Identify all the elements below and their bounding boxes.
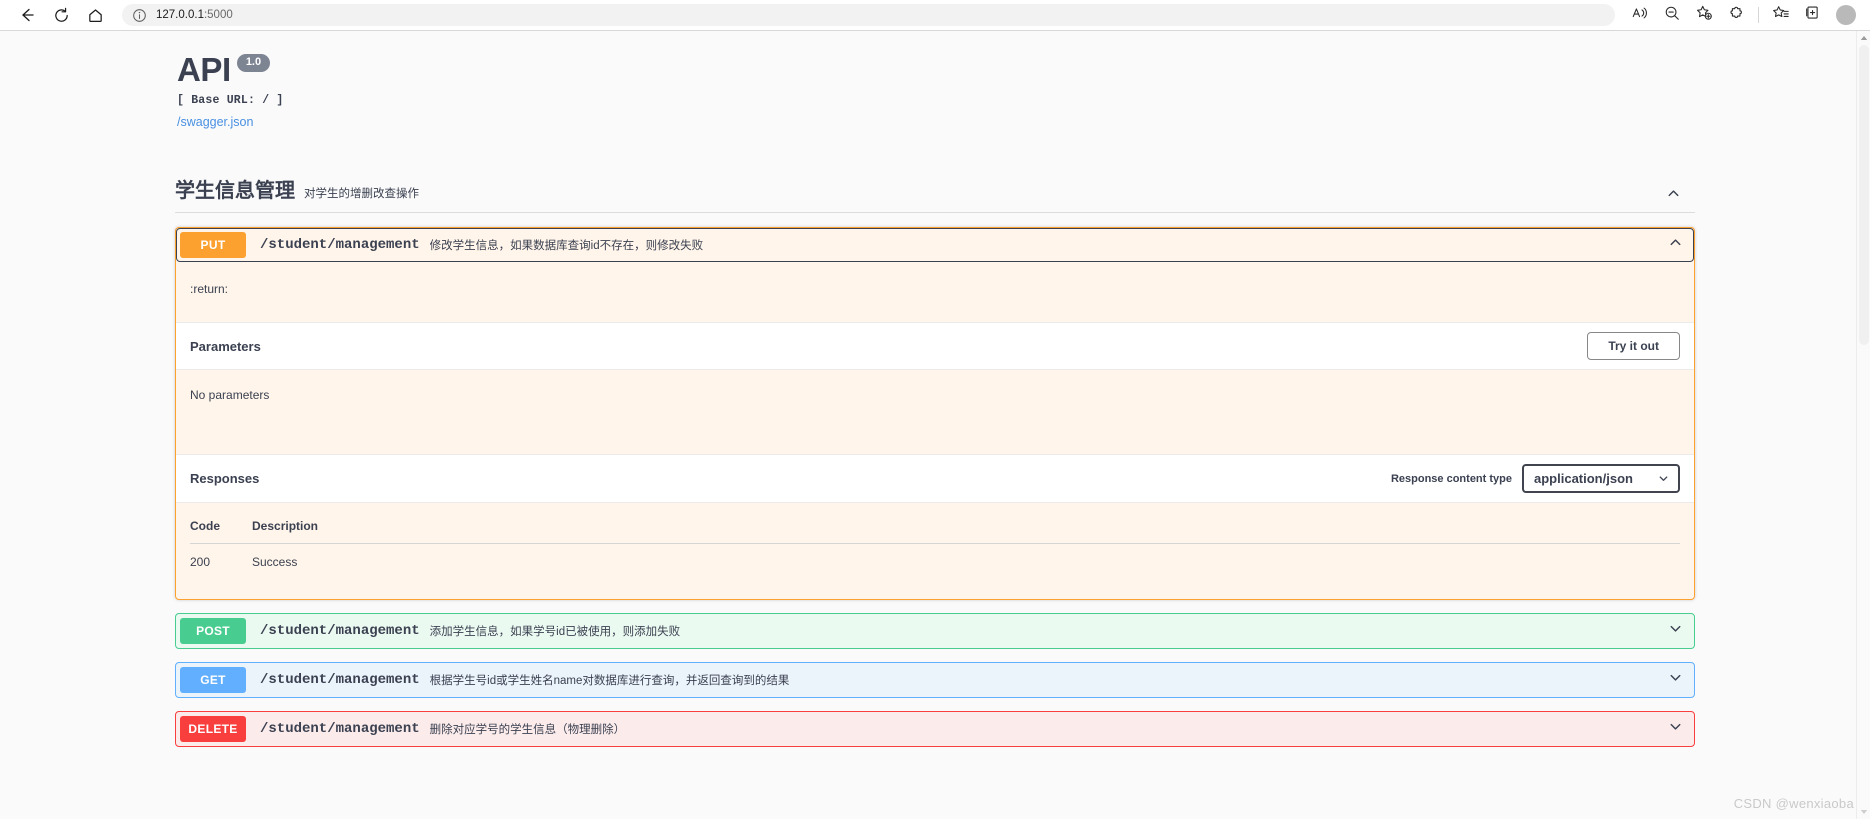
- method-badge-delete: DELETE: [180, 716, 246, 742]
- swagger-json-link[interactable]: /swagger.json: [177, 115, 253, 129]
- operation-get-header[interactable]: GET /student/management 根据学生号id或学生姓名name…: [176, 663, 1694, 697]
- page-title: API: [177, 51, 231, 88]
- browser-actions: [1625, 2, 1860, 28]
- operation-summary: 删除对应学号的学生信息（物理删除）: [429, 724, 626, 736]
- response-content-type-select[interactable]: application/json: [1522, 464, 1680, 493]
- address-bar[interactable]: 127.0.0.1:5000: [122, 4, 1615, 26]
- profile-avatar[interactable]: [1836, 5, 1856, 25]
- response-content-type-label: Response content type: [1390, 472, 1512, 485]
- browser-toolbar: 127.0.0.1:5000: [0, 0, 1870, 30]
- chevron-up-icon: [1667, 234, 1684, 256]
- response-description: Success: [252, 555, 298, 569]
- operation-path: /student/management: [260, 721, 420, 737]
- tag-name: 学生信息管理: [175, 180, 295, 202]
- column-header-code: Code: [190, 519, 252, 544]
- tag-description: 对学生的增删改查操作: [304, 188, 419, 200]
- tag-collapse-button[interactable]: [1663, 186, 1683, 206]
- address-bar-text: 127.0.0.1:5000: [156, 9, 233, 21]
- responses-table: Code Description 200 Success: [190, 519, 1680, 589]
- url-port: :5000: [203, 9, 233, 21]
- toolbar-divider: [1758, 7, 1759, 23]
- scrollbar-thumb[interactable]: [1859, 45, 1869, 345]
- zoom-out-icon: [1663, 4, 1681, 27]
- response-content-type-control: Response content type application/json: [1391, 464, 1680, 493]
- table-row: 200 Success: [190, 544, 1680, 590]
- table-header-row: Code Description: [190, 519, 1680, 544]
- swagger-ui: API 1.0 [ Base URL: / ] /swagger.json 学生…: [175, 31, 1695, 747]
- info-circle-icon[interactable]: [132, 8, 147, 23]
- home-button[interactable]: [78, 2, 112, 28]
- response-content-type-box: application/json: [1522, 464, 1680, 493]
- method-badge-put: PUT: [180, 232, 246, 258]
- operation-summary: 修改学生信息，如果数据库查询id不存在，则修改失败: [429, 240, 704, 252]
- operation-path: /student/management: [260, 237, 420, 253]
- responses-header: Responses Response content type applicat…: [176, 454, 1694, 503]
- operation-put: PUT /student/management 修改学生信息，如果数据库查询id…: [175, 227, 1695, 600]
- operation-description: :return:: [190, 282, 229, 296]
- operation-expand-button[interactable]: [1664, 718, 1686, 740]
- extensions-button[interactable]: [1721, 2, 1751, 28]
- column-header-description: Description: [252, 519, 1680, 544]
- base-url: [ Base URL: / ]: [177, 94, 284, 107]
- method-badge-post: POST: [180, 618, 246, 644]
- operation-put-header[interactable]: PUT /student/management 修改学生信息，如果数据库查询id…: [176, 228, 1694, 262]
- favorites-list-icon: [1772, 4, 1790, 27]
- try-it-out-button[interactable]: Try it out: [1587, 332, 1680, 360]
- chevron-up-icon: [1665, 185, 1682, 207]
- chevron-down-icon: [1667, 669, 1684, 691]
- operation-delete: DELETE /student/management 删除对应学号的学生信息（物…: [175, 711, 1695, 747]
- chevron-down-icon: [1667, 718, 1684, 740]
- operations-list: PUT /student/management 修改学生信息，如果数据库查询id…: [175, 227, 1695, 747]
- no-parameters-text: No parameters: [190, 388, 270, 402]
- tag-section: 学生信息管理 对学生的增删改查操作 PUT /student/managemen…: [175, 174, 1695, 747]
- operation-expand-button[interactable]: [1664, 669, 1686, 691]
- add-favorite-button[interactable]: [1689, 2, 1719, 28]
- response-code: 200: [190, 555, 211, 569]
- method-badge-get: GET: [180, 667, 246, 693]
- api-title-row: API 1.0: [177, 53, 1695, 86]
- extensions-puzzle-icon: [1727, 4, 1745, 27]
- api-version-badge: 1.0: [236, 54, 271, 72]
- operation-delete-header[interactable]: DELETE /student/management 删除对应学号的学生信息（物…: [176, 712, 1694, 746]
- tag-header[interactable]: 学生信息管理 对学生的增删改查操作: [175, 174, 1695, 213]
- add-favorite-star-icon: [1695, 4, 1713, 27]
- operation-summary: 添加学生信息，如果学号id已被使用，则添加失败: [429, 626, 681, 638]
- parameters-title: Parameters: [190, 338, 261, 354]
- page-content: API 1.0 [ Base URL: / ] /swagger.json 学生…: [0, 31, 1870, 819]
- favorites-button[interactable]: [1766, 2, 1796, 28]
- parameters-header: Parameters Try it out: [176, 322, 1694, 370]
- operation-expand-button[interactable]: [1664, 620, 1686, 642]
- responses-table-wrap: Code Description 200 Success: [176, 503, 1694, 599]
- chevron-down-icon: [1667, 620, 1684, 642]
- operation-body: :return: Parameters Try it out No parame…: [176, 262, 1694, 599]
- operation-collapse-button[interactable]: [1664, 234, 1686, 256]
- operation-summary: 根据学生号id或学生姓名name对数据库进行查询，并返回查询到的结果: [429, 675, 790, 687]
- operation-post: POST /student/management 添加学生信息，如果学号id已被…: [175, 613, 1695, 649]
- operation-post-header[interactable]: POST /student/management 添加学生信息，如果学号id已被…: [176, 614, 1694, 648]
- zoom-out-button[interactable]: [1657, 2, 1687, 28]
- operation-get: GET /student/management 根据学生号id或学生姓名name…: [175, 662, 1695, 698]
- back-button[interactable]: [10, 2, 44, 28]
- refresh-button[interactable]: [44, 2, 78, 28]
- refresh-icon: [53, 7, 70, 24]
- api-info: API 1.0 [ Base URL: / ] /swagger.json: [175, 53, 1695, 131]
- operation-path: /student/management: [260, 672, 420, 688]
- page-scrollbar[interactable]: [1856, 31, 1870, 819]
- read-aloud-icon: [1631, 4, 1649, 27]
- responses-title: Responses: [190, 471, 260, 486]
- collections-icon: [1804, 4, 1822, 27]
- watermark: CSDN @wenxiaoba: [1733, 796, 1854, 811]
- read-aloud-button[interactable]: [1625, 2, 1655, 28]
- url-host: 127.0.0.1: [156, 9, 204, 21]
- scroll-down-arrow-icon[interactable]: [1857, 805, 1870, 819]
- home-icon: [87, 7, 104, 24]
- operation-path: /student/management: [260, 623, 420, 639]
- scroll-up-arrow-icon[interactable]: [1857, 31, 1870, 45]
- back-arrow-icon: [18, 6, 36, 24]
- collections-button[interactable]: [1798, 2, 1828, 28]
